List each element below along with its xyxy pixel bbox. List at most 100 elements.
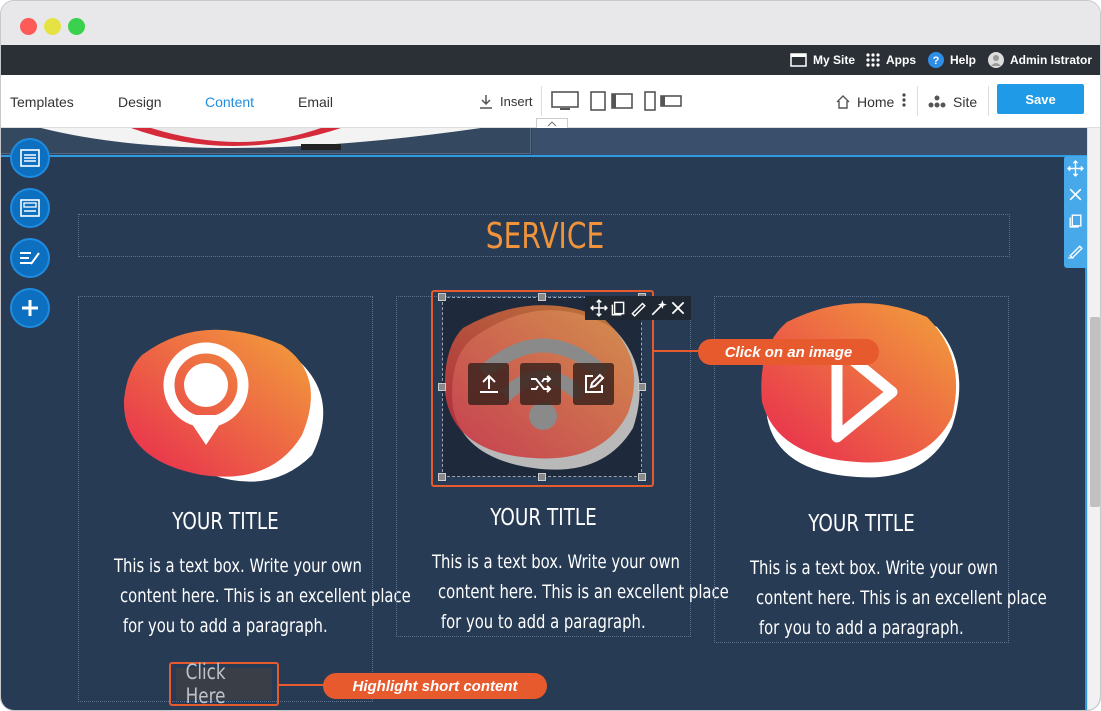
tab-email-label: Email: [298, 93, 334, 110]
user-name: Admin Istrator: [1010, 53, 1093, 67]
more-vertical-icon[interactable]: [901, 92, 907, 108]
window-titlebar: [1, 1, 1100, 45]
location-pin-icon[interactable]: [122, 315, 332, 485]
card-text-line: This is a text box. Write your own: [749, 557, 998, 579]
card-text[interactable]: This is a text box. Write your own conte…: [715, 553, 1047, 643]
card-title[interactable]: YOUR TITLE: [744, 511, 978, 537]
sitemap-icon: [928, 95, 946, 107]
home-icon: [836, 94, 850, 109]
download-icon: [480, 94, 492, 109]
hero-background: [532, 128, 1087, 156]
resize-handle-nw[interactable]: [438, 293, 446, 301]
home-label: Home: [857, 93, 895, 110]
hero-image-graphic: [1, 128, 530, 153]
resize-handle-n[interactable]: [538, 293, 546, 301]
apps-label: Apps: [886, 53, 916, 67]
move-icon[interactable]: [590, 299, 608, 317]
card-text[interactable]: This is a text box. Write your own conte…: [79, 551, 411, 641]
edit-image-button[interactable]: [573, 363, 614, 405]
card-text-line: This is a text box. Write your own: [113, 555, 362, 577]
app-window: My Site Apps ? Help Admin Istrator Templ…: [0, 0, 1101, 711]
tablet-view-icon[interactable]: [590, 91, 634, 111]
edit-icon: [584, 373, 604, 393]
my-site-link[interactable]: My Site: [790, 45, 855, 75]
tab-email[interactable]: Email: [298, 75, 333, 128]
card-title[interactable]: YOUR TITLE: [108, 509, 342, 535]
help-label: Help: [950, 53, 977, 67]
close-window-button[interactable]: [20, 18, 37, 35]
svg-text:?: ?: [933, 55, 940, 67]
move-icon[interactable]: [1067, 160, 1084, 177]
close-icon[interactable]: [1067, 186, 1084, 203]
image-toolbar: [585, 296, 691, 320]
resize-handle-w[interactable]: [438, 383, 446, 391]
hero-image[interactable]: [1, 128, 531, 154]
tab-templates-label: Templates: [10, 93, 74, 110]
button-callout: Highlight short content: [323, 673, 547, 699]
magic-wand-icon[interactable]: [650, 299, 668, 317]
layouts-button[interactable]: [10, 188, 50, 228]
edit-icon[interactable]: [1067, 242, 1084, 259]
section-toolbar: [1064, 156, 1087, 268]
resize-handle-se[interactable]: [638, 473, 646, 481]
copy-icon[interactable]: [609, 299, 627, 317]
add-element-button[interactable]: [10, 288, 50, 328]
edit-icon[interactable]: [629, 299, 647, 317]
replace-image-button[interactable]: [520, 363, 561, 405]
resize-handle-s[interactable]: [538, 473, 546, 481]
site-label: Site: [953, 93, 978, 110]
save-button[interactable]: Save: [997, 84, 1084, 114]
maximize-window-button[interactable]: [68, 18, 85, 35]
card-text-line: for you to add a paragraph.: [441, 611, 646, 633]
copy-icon[interactable]: [1067, 212, 1084, 229]
sections-button[interactable]: [10, 138, 50, 178]
section-title: SERVICE: [485, 216, 605, 257]
editor-menubar: Templates Design Content Email Insert Ho…: [1, 75, 1100, 128]
hero-section-bottom: [1, 128, 1087, 156]
browser-icon: [790, 53, 807, 67]
tab-design[interactable]: Design: [118, 75, 162, 128]
section-selection-line: [1, 155, 1087, 157]
play-icon[interactable]: [757, 297, 967, 482]
card-text-line: This is a text box. Write your own: [431, 551, 680, 573]
tab-templates[interactable]: Templates: [10, 75, 74, 128]
apps-grid-icon: [866, 53, 880, 67]
text-styles-button[interactable]: [10, 238, 50, 278]
tab-content-label: Content: [205, 93, 255, 110]
desktop-view-icon[interactable]: [551, 91, 579, 111]
tab-content[interactable]: Content: [205, 75, 254, 128]
avatar-icon: [988, 52, 1004, 68]
home-page-selector[interactable]: Home: [835, 75, 894, 128]
card-text-line: content here. This is an excellent place: [120, 585, 411, 607]
card-text-line: for you to add a paragraph.: [123, 615, 328, 637]
minimize-window-button[interactable]: [44, 18, 61, 35]
help-link[interactable]: ? Help: [928, 45, 976, 75]
service-title-box[interactable]: SERVICE: [78, 214, 1010, 257]
resize-handle-e[interactable]: [638, 383, 646, 391]
list-icon: [20, 149, 40, 167]
resize-handle-sw[interactable]: [438, 473, 446, 481]
tab-design-label: Design: [118, 93, 162, 110]
mobile-view-icon[interactable]: [644, 91, 682, 111]
card-title[interactable]: YOUR TITLE: [426, 505, 660, 531]
service-card-1[interactable]: YOUR TITLE This is a text box. Write you…: [78, 296, 411, 702]
insert-button[interactable]: Insert: [478, 75, 533, 128]
collapse-toolbar-tab[interactable]: [536, 118, 568, 128]
apps-link[interactable]: Apps: [866, 45, 916, 75]
layout-icon: [20, 199, 40, 217]
scrollbar-thumb[interactable]: [1090, 317, 1100, 507]
shuffle-icon: [530, 375, 551, 393]
site-menu[interactable]: Site: [928, 75, 977, 128]
card-text[interactable]: This is a text box. Write your own conte…: [397, 547, 729, 637]
chevron-up-icon: [547, 121, 557, 127]
user-menu[interactable]: Admin Istrator: [988, 45, 1092, 75]
help-icon: ?: [928, 52, 944, 68]
close-icon[interactable]: [669, 299, 687, 317]
upload-image-button[interactable]: [468, 363, 509, 405]
editor-canvas: SERVICE YOUR TITLE This is a text box. W…: [1, 128, 1100, 710]
card-text-line: for you to add a paragraph.: [759, 617, 964, 639]
edit-text-icon: [20, 252, 40, 265]
click-here-button[interactable]: Click Here: [176, 660, 272, 708]
top-bar: My Site Apps ? Help Admin Istrator: [1, 45, 1100, 75]
upload-icon: [479, 374, 498, 393]
